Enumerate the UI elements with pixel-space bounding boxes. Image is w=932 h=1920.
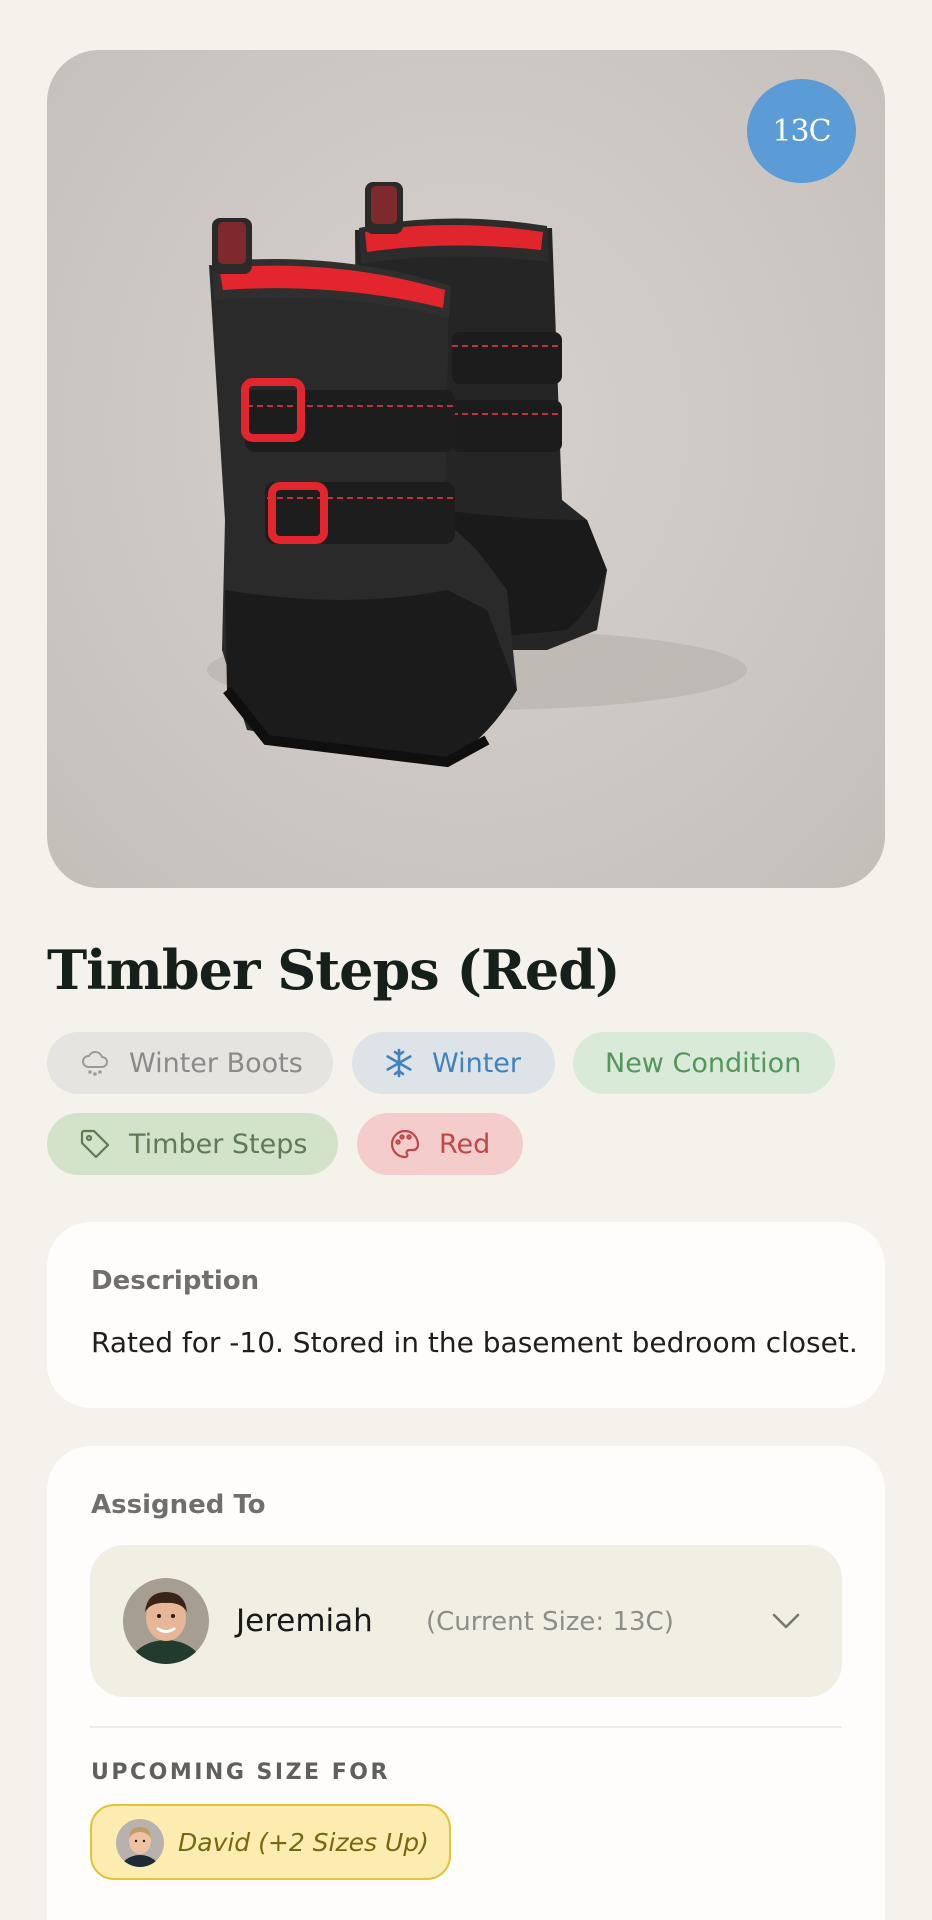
- description-text: Rated for -10. Stored in the basement be…: [91, 1326, 858, 1359]
- description-label: Description: [91, 1266, 260, 1296]
- tag-season-label: Winter: [432, 1047, 522, 1079]
- product-title: Timber Steps (Red): [47, 938, 621, 1002]
- tag-condition[interactable]: New Condition: [573, 1032, 835, 1094]
- product-photo: [47, 50, 885, 888]
- snowflake-icon: [384, 1047, 414, 1079]
- avatar: [123, 1578, 209, 1664]
- tag-icon: [79, 1128, 111, 1160]
- tag-category-label: Winter Boots: [129, 1047, 303, 1079]
- avatar: [116, 1819, 164, 1867]
- palette-icon: [389, 1128, 421, 1160]
- tag-condition-label: New Condition: [605, 1047, 802, 1079]
- size-badge: 13C: [747, 79, 856, 183]
- tag-color[interactable]: Red: [357, 1113, 523, 1175]
- tag-category[interactable]: Winter Boots: [47, 1032, 333, 1094]
- divider: [90, 1726, 842, 1728]
- upcoming-size-chip[interactable]: David (+2 Sizes Up): [90, 1804, 451, 1880]
- assignment-card: Assigned To Jeremiah (Current Size: 13C)…: [47, 1446, 885, 1920]
- snow-cloud-icon: [79, 1047, 111, 1079]
- description-card: Description Rated for -10. Stored in the…: [47, 1222, 885, 1408]
- assignee-select[interactable]: Jeremiah (Current Size: 13C): [90, 1545, 842, 1697]
- assignee-current-size: (Current Size: 13C): [426, 1607, 674, 1637]
- upcoming-size-name: David (+2 Sizes Up): [178, 1828, 429, 1857]
- assignee-name: Jeremiah: [236, 1603, 373, 1639]
- assigned-to-label: Assigned To: [91, 1490, 266, 1520]
- tag-brand[interactable]: Timber Steps: [47, 1113, 338, 1175]
- tag-brand-label: Timber Steps: [129, 1128, 308, 1160]
- tag-season[interactable]: Winter: [352, 1032, 555, 1094]
- boots-image: [207, 182, 747, 768]
- upcoming-size-label: UPCOMING SIZE FOR: [91, 1760, 390, 1785]
- chevron-down-icon[interactable]: [770, 1605, 802, 1641]
- tag-color-label: Red: [439, 1128, 491, 1160]
